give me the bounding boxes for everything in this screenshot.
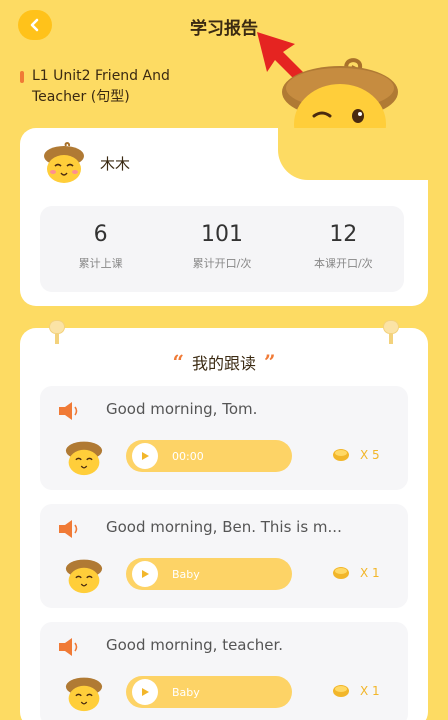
score-text: X 1 (360, 566, 380, 580)
speaker-icon[interactable] (58, 520, 80, 538)
stat-value: 6 (93, 222, 108, 247)
acorn-avatar-icon (65, 559, 103, 594)
user-name: 木木 (100, 154, 131, 173)
play-icon (142, 688, 149, 696)
play-recording-button[interactable]: 00:00 (126, 440, 292, 472)
acorn-coin-icon (333, 449, 349, 461)
quote-close-icon: ” (264, 350, 276, 374)
pin-icon (382, 320, 400, 344)
stat-label: 累计上课 (78, 257, 123, 270)
acorn-avatar-icon (44, 142, 84, 183)
stat-value: 101 (200, 222, 243, 247)
speaker-icon[interactable] (58, 402, 80, 420)
acorn-coin-icon (333, 685, 349, 697)
speaker-icon[interactable] (58, 638, 80, 656)
score: X 1 (332, 684, 380, 698)
sentence-text: Good morning, teacher. (106, 636, 284, 654)
stat-label: 本课开口/次 (313, 257, 373, 270)
user-row: 木木 (40, 142, 130, 184)
play-label: Baby (172, 685, 200, 699)
lesson-marker (20, 71, 24, 83)
sentence-text: Good morning, Tom. (106, 400, 258, 418)
stat-label: 累计开口/次 (192, 257, 252, 270)
play-label: Baby (172, 567, 200, 581)
acorn-avatar-icon (65, 441, 103, 476)
play-icon (142, 570, 149, 578)
play-icon (142, 452, 149, 460)
acorn-coin-icon (333, 567, 349, 579)
pin-icon (48, 320, 66, 344)
stats-panel: 6 累计上课 101 累计开口/次 12 本课开口/次 (40, 206, 404, 292)
play-recording-button[interactable]: Baby (126, 676, 292, 708)
lesson-header: L1 Unit2 Friend And Teacher (句型) (20, 66, 220, 108)
recording-item: Good morning, Ben. This is m... Baby X 1 (40, 504, 408, 608)
section-header: “ 我的跟读 ” (20, 350, 428, 374)
lesson-title: L1 Unit2 Friend And Teacher (句型) (32, 68, 170, 105)
summary-card: 木木 6 累计上课 101 累计开口/次 12 本课开口/次 (20, 128, 428, 306)
quote-open-icon: “ (172, 350, 184, 374)
score-text: X 1 (360, 684, 380, 698)
sentence-text: Good morning, Ben. This is m... (106, 518, 342, 536)
stat-total-speaking: 101 累计开口/次 (161, 206, 282, 292)
score-text: X 5 (360, 448, 380, 462)
stat-lesson-speaking: 12 本课开口/次 (283, 206, 404, 292)
play-recording-button[interactable]: Baby (126, 558, 292, 590)
follow-read-card: “ 我的跟读 ” Good morning, Tom. 00:00 X 5 Go… (20, 320, 428, 720)
acorn-avatar-icon (65, 677, 103, 712)
recording-item: Good morning, teacher. Baby X 1 (40, 622, 408, 720)
score: X 5 (332, 448, 380, 462)
stat-total-lessons: 6 累计上课 (40, 206, 161, 292)
page-title: 学习报告 (190, 19, 258, 39)
play-label: 00:00 (172, 449, 204, 463)
recording-item: Good morning, Tom. 00:00 X 5 (40, 386, 408, 490)
score: X 1 (332, 566, 380, 580)
section-title: 我的跟读 (191, 354, 256, 373)
stat-value: 12 (329, 222, 358, 247)
